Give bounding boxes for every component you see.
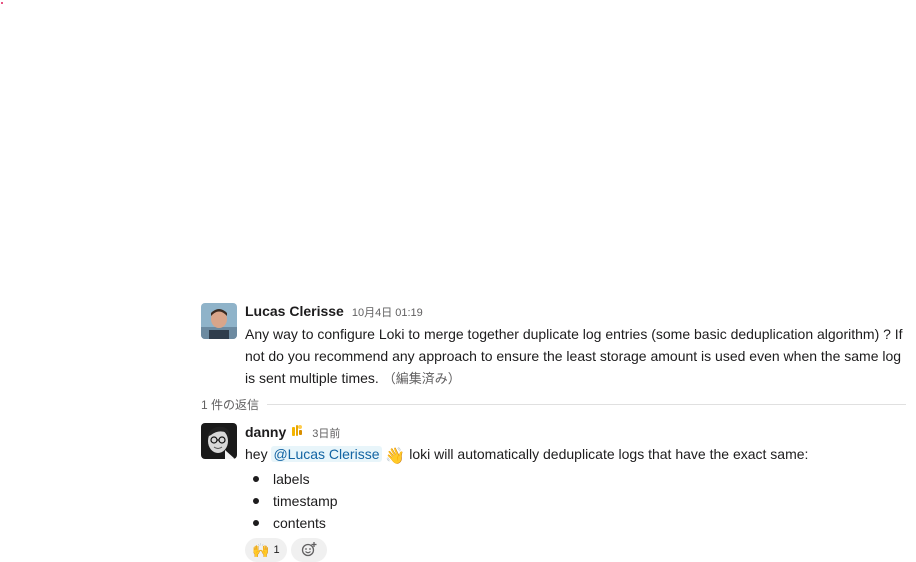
bullet-text: labels [273, 471, 310, 487]
bullet-text: timestamp [273, 493, 338, 509]
reply-timestamp[interactable]: 3日前 [312, 425, 340, 441]
add-reaction-icon [301, 541, 317, 560]
avatar-lucas[interactable] [201, 303, 237, 339]
reply-text-suffix: loki will automatically deduplicate logs… [409, 446, 809, 462]
edited-label: （編集済み） [382, 371, 461, 386]
user-mention[interactable]: @Lucas Clerisse [271, 446, 382, 462]
reaction-count: 1 [273, 544, 280, 556]
bullet-dot [253, 476, 259, 482]
bullet-dot [253, 498, 259, 504]
bullet-item: timestamp [245, 490, 907, 512]
avatar-danny[interactable] [201, 423, 237, 459]
reply-text: hey @Lucas Clerisse 👋 loki will automati… [245, 443, 907, 468]
bullet-dot [253, 520, 259, 526]
reply-content: danny 3日前 hey @Lucas Clerisse 👋 loki wil… [245, 423, 907, 562]
author-name[interactable]: Lucas Clerisse [245, 303, 344, 319]
divider-line [267, 403, 906, 405]
message-body: Any way to configure Loki to merge toget… [245, 326, 903, 386]
message-meta: Lucas Clerisse 10月4日 01:19 [245, 303, 907, 321]
bullet-text: contents [273, 515, 326, 531]
reply-text-prefix: hey [245, 446, 268, 462]
reply-author-name[interactable]: danny [245, 424, 286, 440]
reactions-bar: 🙌 1 [245, 538, 907, 562]
reaction-raised-hands[interactable]: 🙌 1 [245, 538, 287, 562]
reply-meta: danny 3日前 [245, 423, 907, 441]
wave-emoji-icon: 👋 [385, 448, 406, 465]
raised-hands-icon: 🙌 [252, 541, 270, 558]
message-timestamp[interactable]: 10月4日 01:19 [352, 304, 423, 320]
add-reaction-button[interactable] [290, 538, 327, 562]
corner-dot [1, 2, 3, 4]
bullet-item: contents [245, 512, 907, 534]
status-emoji-icon [290, 423, 304, 437]
reply-count-label: 1 件の返信 [201, 397, 260, 412]
message-text: Any way to configure Loki to merge toget… [245, 323, 907, 390]
message-content: Lucas Clerisse 10月4日 01:19 Any way to co… [245, 303, 907, 390]
thread-divider: 1 件の返信 [201, 396, 906, 412]
bullet-item: labels [245, 468, 907, 490]
reply-bullet-list: labels timestamp contents [245, 468, 907, 534]
